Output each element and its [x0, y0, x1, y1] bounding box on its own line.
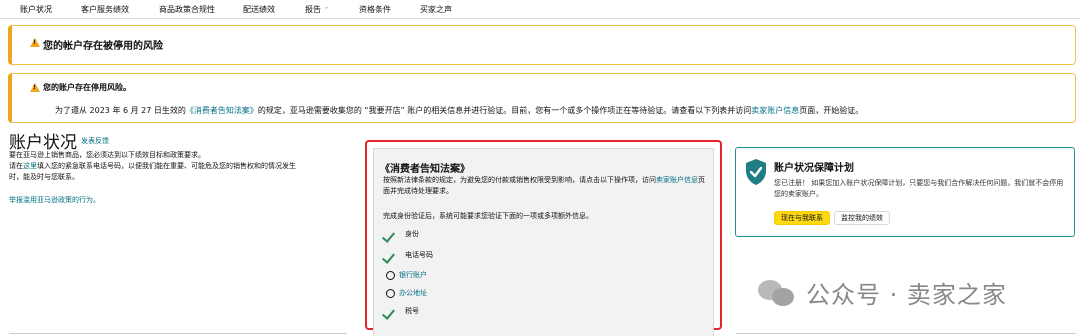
requirement-phone: 电话号码	[383, 250, 433, 260]
inform-act-link[interactable]: 《消费者告知法案》	[186, 106, 258, 115]
contact-me-button[interactable]: 现在与我联系	[774, 211, 830, 225]
suspension-risk-alert: 您的帐户存在被停用的风险	[8, 25, 1076, 65]
top-nav: 账户状况 客户服务绩效 商品政策合规性 配送绩效 报告 ˅ 资格条件 买家之声	[0, 0, 1080, 19]
seller-account-info-link[interactable]: 卖家账户信息	[656, 176, 698, 184]
report-abuse-link[interactable]: 举报滥用亚马逊政策的行为。	[9, 195, 100, 205]
alert-title: 您的帐户存在被停用的风险	[43, 41, 163, 52]
check-icon	[383, 230, 397, 239]
feedback-link[interactable]: 发表反馈	[81, 136, 109, 146]
warning-icon	[30, 38, 40, 47]
wechat-icon	[758, 278, 796, 308]
requirement-tax-id: 税号	[383, 306, 419, 316]
bank-account-link[interactable]: 银行账户	[399, 270, 427, 280]
pending-circle-icon	[386, 270, 395, 280]
check-icon	[383, 251, 397, 260]
desc-text: 按照新法律条款的规定，为避免您的付款或销售权限受到影响，请点击以下操作项，访问	[383, 176, 656, 184]
watermark-text: 公众号 · 卖家之家	[806, 281, 1007, 309]
requirement-label: 身份	[405, 230, 419, 238]
check-icon	[383, 307, 397, 316]
here-link[interactable]: 这里	[23, 162, 37, 170]
requirement-label: 电话号码	[405, 251, 433, 259]
warning-icon	[30, 83, 40, 92]
card-title: 《消费者告知法案》	[380, 164, 470, 175]
inform-act-panel: 《消费者告知法案》 按照新法律条款的规定，为避免您的付款或销售权限受到影响，请点…	[373, 148, 714, 336]
requirement-identity: 身份	[383, 229, 419, 239]
divider	[736, 333, 1076, 334]
tab-eligibility[interactable]: 资格条件	[359, 4, 391, 15]
tab-account-health[interactable]: 账户状况	[20, 4, 52, 15]
tab-policy-compliance[interactable]: 商品政策合规性	[159, 4, 215, 15]
inform-act-card: 《消费者告知法案》 按照新法律条款的规定，为避免您的付款或销售权限受到影响，请点…	[365, 140, 722, 336]
shield-check-icon	[746, 159, 766, 185]
card-description: 您已注册！ 如果您加入账户状况保障计划，只要您与我们合作解决任何问题，我们就不会…	[774, 179, 1064, 198]
tab-shipping-performance[interactable]: 配送绩效	[243, 4, 275, 15]
office-address-link[interactable]: 办公地址	[399, 288, 427, 298]
alert-title: 您的账户存在停用风险。	[43, 83, 131, 92]
card-title: 账户状况保障计划	[774, 163, 854, 174]
tab-reports-label: 报告	[305, 5, 321, 14]
tab-voice-of-customer[interactable]: 买家之声	[420, 4, 452, 15]
alert-body-text: 页面，开始验证。	[799, 106, 864, 115]
ahp-card: 账户状况保障计划 您已注册！ 如果您加入账户状况保障计划，只要您与我们合作解决任…	[735, 147, 1075, 237]
divider	[9, 333, 347, 334]
intro-text: 请在	[9, 162, 23, 170]
verification-note: 完成身份验证后，系统可能要求您验证下面的一项或多项额外信息。	[383, 212, 593, 220]
requirement-office-address[interactable]: 办公地址	[383, 288, 427, 298]
intro-line: 请在这里填入您的紧急联系电话号码，以便我们能在重要、可能危及您的销售权和的情况发…	[9, 161, 364, 172]
deactivation-risk-alert: 您的账户存在停用风险。 为了遵从 2023 年 6 月 27 日生效的《消费者告…	[8, 73, 1076, 123]
pending-circle-icon	[386, 288, 395, 298]
tab-reports[interactable]: 报告 ˅	[305, 4, 328, 15]
intro-line: 时，能及时与您联系。	[9, 173, 79, 181]
alert-body: 为了遵从 2023 年 6 月 27 日生效的《消费者告知法案》的规定，亚马逊需…	[55, 105, 863, 116]
account-health-intro: 要在亚马逊上销售商品，您必须达到以下绩效目标和政策要求。 请在这里填入您的紧急联…	[9, 150, 364, 183]
tab-customer-service[interactable]: 客户服务绩效	[81, 4, 129, 15]
requirement-bank-account[interactable]: 银行账户	[383, 270, 427, 280]
seller-account-info-link[interactable]: 卖家账户信息	[751, 106, 799, 115]
watermark: 公众号 · 卖家之家	[758, 275, 1007, 310]
card-description: 按照新法律条款的规定，为避免您的付款或销售权限受到影响，请点击以下操作项，访问卖…	[383, 175, 708, 197]
monitor-performance-button[interactable]: 监控我的绩效	[834, 211, 890, 225]
intro-text: 填入您的紧急联系电话号码，以便我们能在重要、可能危及您的销售权和的情况发生	[37, 162, 296, 170]
chevron-down-icon: ˅	[325, 7, 328, 14]
alert-body-text: 为了遵从 2023 年 6 月 27 日生效的	[55, 106, 186, 115]
intro-line: 要在亚马逊上销售商品，您必须达到以下绩效目标和政策要求。	[9, 151, 205, 159]
requirement-label: 税号	[405, 307, 419, 315]
alert-body-text: 的规定，亚马逊需要收集您的 “我要开店” 账户的相关信息并进行验证。目前，您有一…	[257, 106, 752, 115]
